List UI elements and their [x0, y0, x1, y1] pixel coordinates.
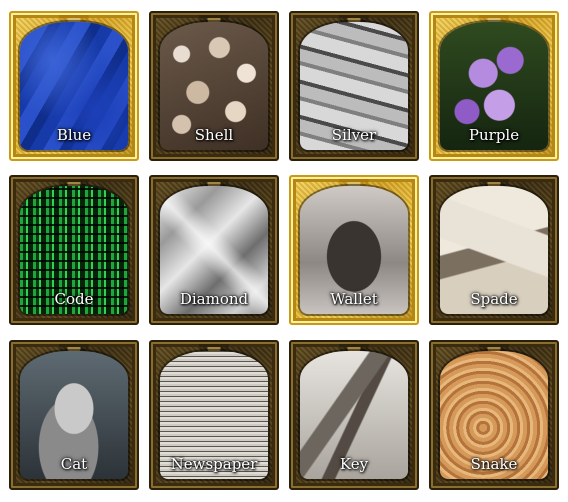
card-grid: Blue Shell Silver Purple Code Diamond Wa… [0, 0, 568, 502]
card-photo: Newspaper [160, 351, 268, 479]
card-code[interactable]: Code [9, 175, 139, 325]
card-cat[interactable]: Cat [9, 340, 139, 490]
card-photo: Key [300, 351, 408, 479]
card-photo: Shell [160, 22, 268, 150]
card-blue[interactable]: Blue [9, 11, 139, 161]
card-wallet[interactable]: Wallet [289, 175, 419, 325]
card-photo: Blue [20, 22, 128, 150]
card-label: Blue [56, 126, 92, 144]
card-label: Newspaper [170, 455, 258, 473]
card-label: Key [339, 455, 369, 473]
card-photo: Code [20, 186, 128, 314]
card-label: Diamond [179, 290, 249, 308]
card-label: Snake [470, 455, 518, 473]
card-key[interactable]: Key [289, 340, 419, 490]
card-photo: Cat [20, 351, 128, 479]
card-snake[interactable]: Snake [429, 340, 559, 490]
card-photo: Diamond [160, 186, 268, 314]
card-label: Shell [194, 126, 234, 144]
card-silver[interactable]: Silver [289, 11, 419, 161]
card-diamond[interactable]: Diamond [149, 175, 279, 325]
card-shell[interactable]: Shell [149, 11, 279, 161]
card-label: Purple [468, 126, 520, 144]
card-photo: Purple [440, 22, 548, 150]
card-photo: Silver [300, 22, 408, 150]
card-spade[interactable]: Spade [429, 175, 559, 325]
card-photo: Wallet [300, 186, 408, 314]
card-photo: Spade [440, 186, 548, 314]
card-label: Cat [60, 455, 88, 473]
card-label: Code [54, 290, 94, 308]
card-label: Spade [470, 290, 518, 308]
card-label: Wallet [330, 290, 378, 308]
card-label: Silver [331, 126, 377, 144]
card-photo: Snake [440, 351, 548, 479]
card-purple[interactable]: Purple [429, 11, 559, 161]
card-newspaper[interactable]: Newspaper [149, 340, 279, 490]
